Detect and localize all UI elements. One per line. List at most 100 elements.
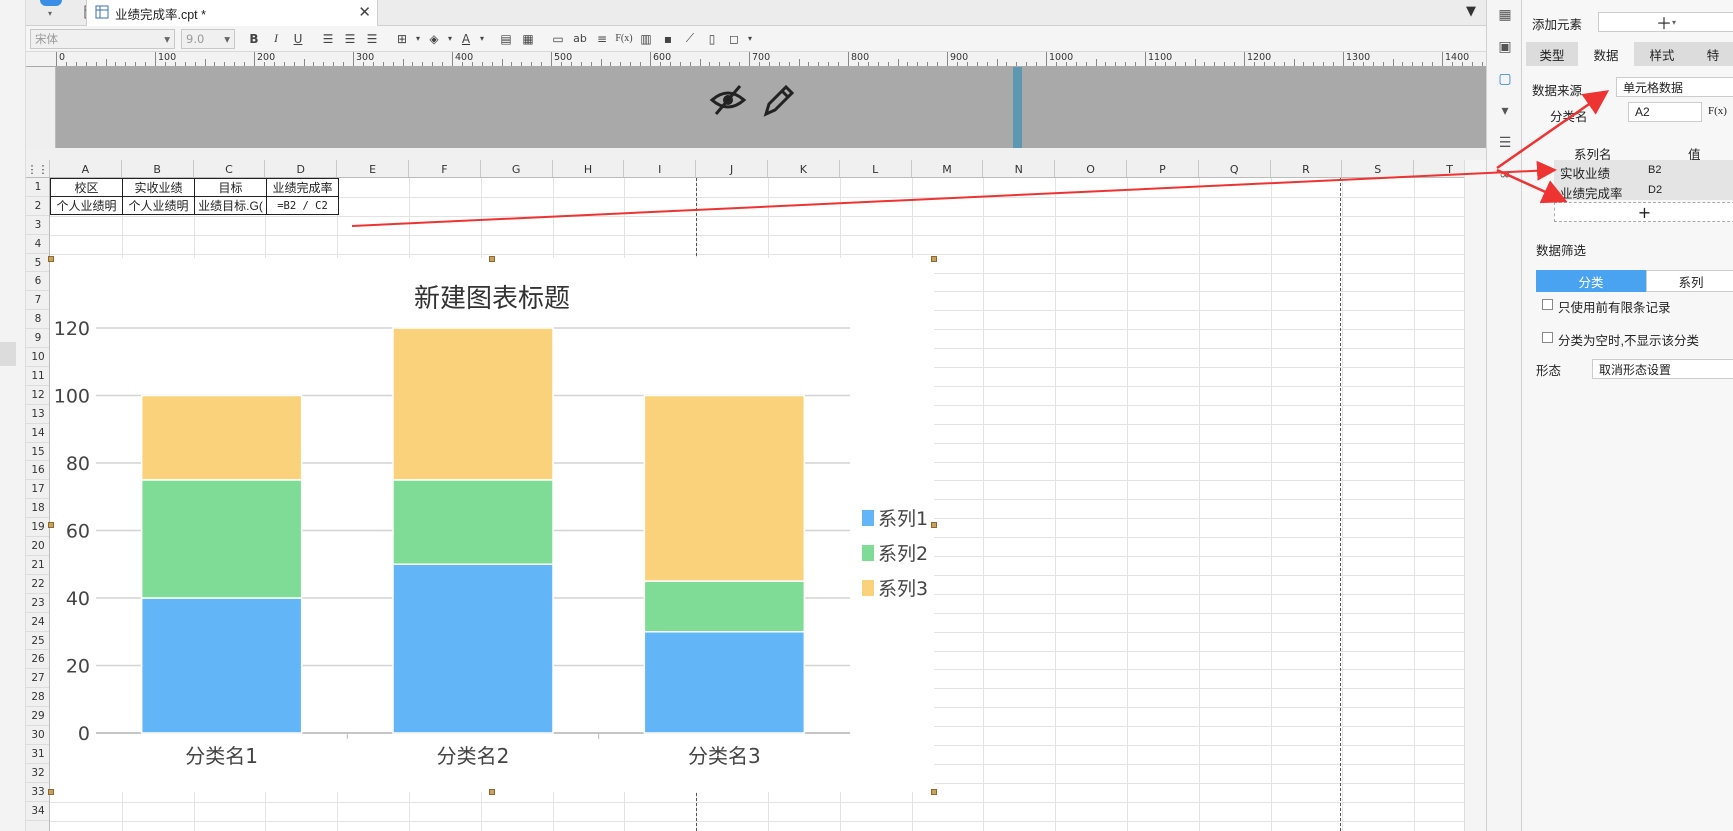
row-header-10[interactable]: 10 bbox=[26, 348, 49, 367]
image-icon[interactable]: ▪ bbox=[657, 29, 679, 49]
column-header-c[interactable]: C bbox=[194, 160, 266, 177]
tab-special[interactable]: 特 bbox=[1690, 42, 1733, 66]
close-icon[interactable]: ✕ bbox=[358, 3, 371, 21]
add-element-button[interactable]: ＋ ▾ bbox=[1598, 12, 1733, 32]
widget-attribute-icon[interactable]: ▾ bbox=[1496, 102, 1514, 120]
condition-attribute-icon[interactable]: ☰ bbox=[1496, 134, 1514, 152]
chart-widget[interactable]: 新建图表标题 0 20 40 60 80 100 120 分类名1 分类名2 分类名3 系列1 系列2 系… bbox=[50, 258, 934, 792]
report-attribute-icon[interactable]: ▣ bbox=[1496, 38, 1514, 56]
tab-type[interactable]: 类型 bbox=[1526, 42, 1578, 66]
row-header-30[interactable]: 30 bbox=[26, 726, 49, 745]
row-header-9[interactable]: 9 bbox=[26, 329, 49, 349]
cell-a2[interactable]: 个人业绩明 bbox=[50, 196, 123, 215]
chevron-down-icon[interactable]: ▾ bbox=[445, 29, 455, 49]
column-header-d[interactable]: D bbox=[265, 160, 338, 177]
row-header-14[interactable]: 14 bbox=[26, 424, 49, 443]
resize-handle[interactable] bbox=[48, 522, 54, 528]
series-row-name[interactable]: 业绩完成率 bbox=[1560, 183, 1623, 202]
row-header-26[interactable]: 26 bbox=[26, 651, 49, 670]
resize-handle[interactable] bbox=[48, 256, 54, 262]
column-header-s[interactable]: S bbox=[1342, 160, 1415, 177]
column-header-g[interactable]: G bbox=[481, 160, 553, 177]
row-header-5[interactable]: 5 bbox=[26, 254, 49, 273]
app-logo-icon[interactable] bbox=[40, 0, 62, 6]
column-header-o[interactable]: O bbox=[1055, 160, 1127, 177]
bold-button[interactable]: B bbox=[243, 29, 265, 49]
font-color-icon[interactable]: A bbox=[455, 29, 477, 49]
slash-cell-icon[interactable]: ⟋ bbox=[679, 29, 701, 49]
align-left-icon[interactable]: ☰ bbox=[317, 29, 339, 49]
select-all-corner[interactable]: ⋮⋮ bbox=[26, 160, 50, 177]
column-header-l[interactable]: L bbox=[840, 160, 912, 177]
resize-handle[interactable] bbox=[931, 789, 937, 795]
cell-d2[interactable]: =B2 / C2 bbox=[266, 196, 339, 215]
row-header-13[interactable]: 13 bbox=[26, 405, 49, 424]
border-icon[interactable]: ⊞ bbox=[391, 29, 413, 49]
row-header-6[interactable]: 6 bbox=[26, 273, 49, 292]
resize-handle[interactable] bbox=[489, 256, 495, 262]
chevron-down-icon[interactable]: ▾ bbox=[48, 9, 52, 18]
tab-data[interactable]: 数据 bbox=[1578, 42, 1634, 66]
row-header-21[interactable]: 21 bbox=[26, 556, 49, 575]
resize-handle[interactable] bbox=[489, 789, 495, 795]
italic-button[interactable]: I bbox=[265, 29, 287, 49]
row-header-2[interactable]: 2 bbox=[26, 197, 49, 216]
column-header-i[interactable]: I bbox=[624, 160, 697, 177]
row-header-1[interactable]: 1 bbox=[26, 178, 49, 197]
row-header-33[interactable]: 33 bbox=[26, 783, 49, 802]
link-icon[interactable]: ▭ bbox=[547, 29, 569, 49]
row-header-16[interactable]: 16 bbox=[26, 462, 49, 481]
column-header-f[interactable]: F bbox=[409, 160, 481, 177]
font-size-select[interactable]: 9.0 ▾ bbox=[181, 28, 235, 49]
column-header-e[interactable]: E bbox=[337, 160, 409, 177]
eye-slash-icon[interactable] bbox=[708, 80, 748, 120]
chart-icon[interactable]: ▥ bbox=[635, 29, 657, 49]
cell-attribute-icon[interactable]: ▦ bbox=[1496, 6, 1514, 24]
cell-b1[interactable]: 实收业绩 bbox=[122, 178, 195, 197]
row-header-27[interactable]: 27 bbox=[26, 669, 49, 689]
row-header-7[interactable]: 7 bbox=[26, 291, 49, 311]
cell-c2[interactable]: 业绩目标.G( bbox=[194, 196, 267, 215]
row-header-31[interactable]: 31 bbox=[26, 745, 49, 764]
row-header-23[interactable]: 23 bbox=[26, 594, 49, 613]
resize-handle[interactable] bbox=[931, 522, 937, 528]
column-header-q[interactable]: Q bbox=[1199, 160, 1271, 177]
column-header-b[interactable]: B bbox=[122, 160, 194, 177]
series-row-value[interactable]: B2 bbox=[1648, 164, 1661, 176]
row-header-34[interactable]: 34 bbox=[26, 802, 49, 821]
shape-select[interactable]: 取消形态设置 bbox=[1592, 359, 1733, 379]
row-header-28[interactable]: 28 bbox=[26, 688, 49, 708]
split-cells-icon[interactable]: ▦ bbox=[517, 29, 539, 49]
text-icon[interactable]: ab bbox=[569, 29, 591, 49]
cell-d1[interactable]: 业绩完成率 bbox=[266, 178, 339, 197]
pencil-icon[interactable] bbox=[760, 80, 796, 120]
formula-icon[interactable]: F(x) bbox=[613, 29, 635, 49]
widget-icon[interactable]: ◻ bbox=[723, 29, 745, 49]
row-header-29[interactable]: 29 bbox=[26, 707, 49, 727]
row-header-32[interactable]: 32 bbox=[26, 764, 49, 783]
hyperlink-icon[interactable]: ∞ bbox=[1496, 166, 1514, 184]
row-header-25[interactable]: 25 bbox=[26, 632, 49, 651]
row-header-11[interactable]: 11 bbox=[26, 367, 49, 386]
cell-b2[interactable]: 个人业绩明 bbox=[122, 196, 195, 215]
left-strip-selection[interactable] bbox=[0, 342, 16, 366]
vertical-scrollbar[interactable] bbox=[1464, 160, 1486, 831]
paragraph-icon[interactable]: ≡ bbox=[591, 29, 613, 49]
limit-records-checkbox[interactable] bbox=[1542, 299, 1553, 310]
row-header-17[interactable]: 17 bbox=[26, 480, 49, 500]
category-input[interactable]: A2 bbox=[1628, 102, 1702, 122]
chevron-down-icon[interactable]: ▾ bbox=[477, 29, 487, 49]
chevron-down-icon[interactable]: ▾ bbox=[413, 29, 423, 49]
align-center-icon[interactable]: ☰ bbox=[339, 29, 361, 49]
row-header-8[interactable]: 8 bbox=[26, 310, 49, 330]
merge-cells-icon[interactable]: ▤ bbox=[495, 29, 517, 49]
column-header-k[interactable]: K bbox=[768, 160, 840, 177]
tab-file[interactable]: 业绩完成率.cpt * ✕ bbox=[86, 0, 378, 26]
data-source-select[interactable]: 单元格数据 bbox=[1616, 77, 1733, 97]
hide-empty-checkbox[interactable] bbox=[1542, 332, 1553, 343]
column-header-n[interactable]: N bbox=[983, 160, 1056, 177]
row-header-3[interactable]: 3 bbox=[26, 216, 49, 235]
row-header-15[interactable]: 15 bbox=[26, 443, 49, 462]
column-header-p[interactable]: P bbox=[1127, 160, 1199, 177]
tab-style[interactable]: 样式 bbox=[1634, 42, 1690, 66]
